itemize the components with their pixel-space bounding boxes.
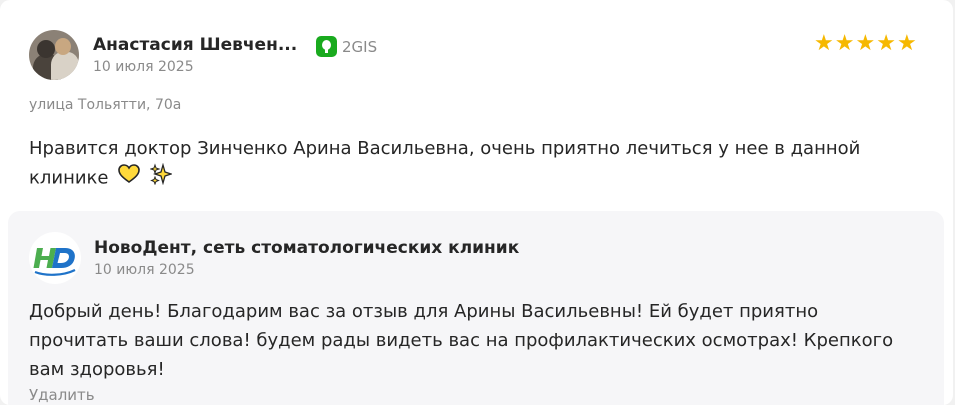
star-icon: ★ — [896, 31, 917, 56]
review-card: Анастасия Шевчен... 2GIS 10 июля 2025 ★ … — [0, 0, 953, 405]
sparkles-icon — [149, 162, 174, 194]
review-text-block: Нравится доктор Зинченко Арина Васильевн… — [29, 134, 909, 194]
source-label: 2GIS — [342, 37, 378, 56]
star-icon: ★ — [876, 31, 896, 56]
hd-logo-icon[interactable] — [29, 232, 81, 284]
company-name[interactable]: НовоДент, сеть стоматологических клиник — [94, 238, 519, 258]
branch-address: улица Тольятти, 70а — [29, 97, 182, 113]
company-reply: НовоДент, сеть стоматологических клиник … — [8, 211, 944, 405]
star-icon: ★ — [855, 31, 876, 56]
review-date: 10 июля 2025 — [93, 59, 194, 75]
2gis-icon — [316, 36, 337, 57]
star-icon: ★ — [834, 31, 855, 56]
reply-date: 10 июля 2025 — [94, 262, 195, 278]
review-source: 2GIS — [316, 36, 377, 57]
author-name[interactable]: Анастасия Шевчен... — [93, 35, 297, 55]
avatar[interactable] — [29, 30, 79, 80]
rating-stars: ★ ★ ★ ★ ★ — [814, 33, 917, 55]
star-icon: ★ — [814, 31, 834, 56]
delete-reply-button[interactable]: Удалить — [29, 386, 95, 404]
yellow-heart-icon — [118, 164, 141, 193]
reply-text: Добрый день! Благодарим вас за отзыв для… — [29, 301, 894, 380]
